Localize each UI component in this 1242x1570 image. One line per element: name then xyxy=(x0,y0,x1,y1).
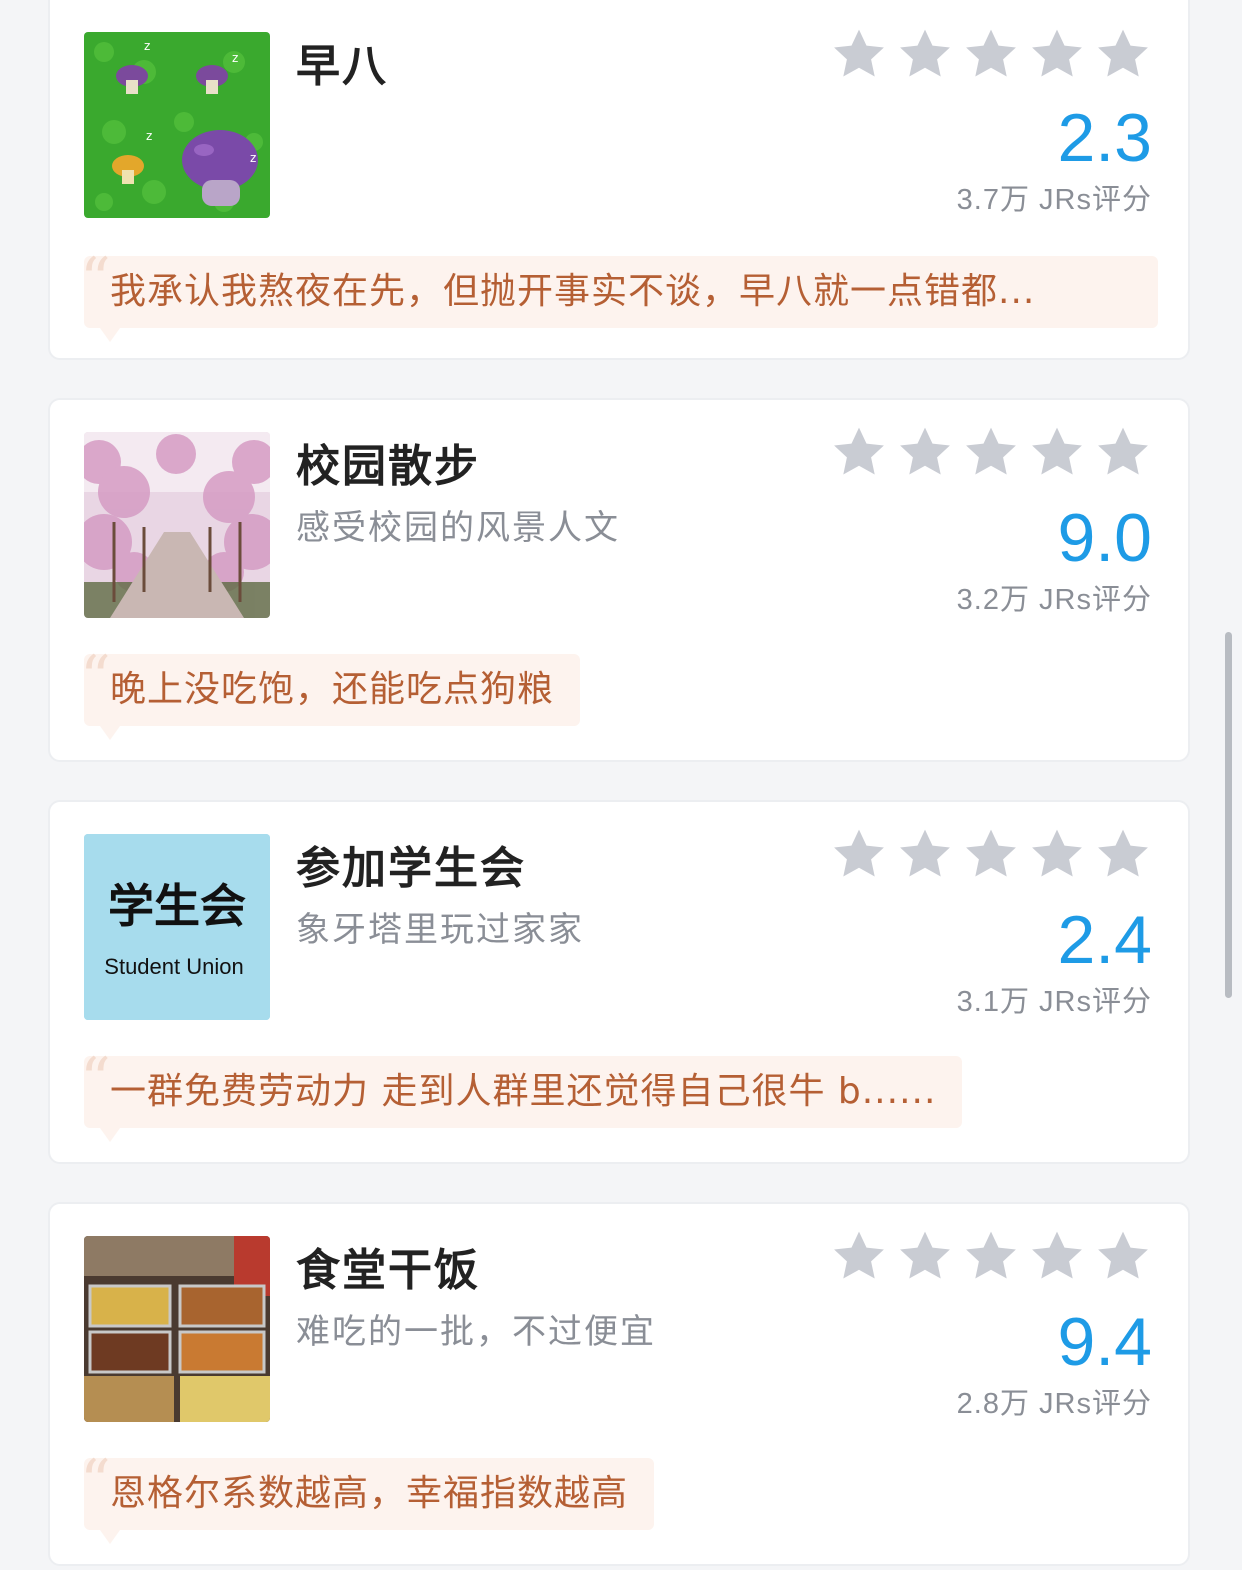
rating-count: 3.7万 JRs评分 xyxy=(956,184,1152,216)
item-title: 校园散步 xyxy=(296,441,480,492)
quote-icon: “ xyxy=(80,1045,112,1115)
thumbnail-text-cn: 学生会 xyxy=(108,879,246,933)
rating-count: 3.1万 JRs评分 xyxy=(956,986,1152,1018)
thumbnail-image xyxy=(84,1236,270,1422)
star-icon xyxy=(834,829,884,877)
star-icon xyxy=(1098,1231,1148,1279)
star-icon xyxy=(966,427,1016,475)
star-rating xyxy=(830,1228,1152,1286)
item-title: 食堂干饭 xyxy=(296,1245,480,1296)
star-icon xyxy=(1032,829,1082,877)
star-icon xyxy=(900,427,950,475)
comment-text: 一群免费劳动力 走到人群里还觉得自己很牛 b...... xyxy=(110,1071,937,1112)
quote-icon: “ xyxy=(80,643,112,713)
quote-icon: “ xyxy=(80,245,112,315)
quote-tail xyxy=(100,726,120,740)
star-icon xyxy=(1032,427,1082,475)
star-icon xyxy=(1098,829,1148,877)
star-icon xyxy=(966,29,1016,77)
top-comment[interactable]: “ 我承认我熬夜在先，但抛开事实不谈，早八就一点错都... xyxy=(80,250,1158,342)
item-subtitle: 感受校园的风景人文 xyxy=(296,508,620,548)
comment-text: 我承认我熬夜在先，但抛开事实不谈，早八就一点错都... xyxy=(110,271,1036,312)
quote-tail xyxy=(100,328,120,342)
svg-text:z: z xyxy=(144,39,150,53)
rating-count: 3.2万 JRs评分 xyxy=(956,584,1152,616)
star-icon xyxy=(900,829,950,877)
item-title: 参加学生会 xyxy=(296,843,526,894)
thumbnail-text-en: Student Union xyxy=(104,954,243,979)
rating-card[interactable]: 校园散步 感受校园的风景人文 9.0 3.2万 JRs评分 “ 晚上没吃饱，还能… xyxy=(48,398,1190,762)
star-rating xyxy=(830,424,1152,482)
star-icon xyxy=(966,1231,1016,1279)
comment-text: 晚上没吃饱，还能吃点狗粮 xyxy=(110,669,555,710)
score-value: 2.4 xyxy=(1057,902,1152,978)
star-rating xyxy=(830,826,1152,884)
rating-card[interactable]: z z z z 早八 2.3 3.7万 JRs评分 “ 我承认我熬夜在先，但抛开事实不… xyxy=(48,0,1190,360)
star-icon xyxy=(1098,29,1148,77)
item-title: 早八 xyxy=(296,41,388,92)
score-value: 2.3 xyxy=(1057,100,1152,176)
star-icon xyxy=(900,1231,950,1279)
star-icon xyxy=(834,1231,884,1279)
rating-card[interactable]: 食堂干饭 难吃的一批，不过便宜 9.4 2.8万 JRs评分 “ 恩格尔系数越高… xyxy=(48,1202,1190,1566)
item-subtitle: 难吃的一批，不过便宜 xyxy=(296,1312,656,1352)
top-comment[interactable]: “ 恩格尔系数越高，幸福指数越高 xyxy=(80,1452,655,1544)
score-value: 9.4 xyxy=(1057,1304,1152,1380)
star-icon xyxy=(1032,1231,1082,1279)
top-comment[interactable]: “ 晚上没吃饱，还能吃点狗粮 xyxy=(80,648,581,740)
star-icon xyxy=(834,427,884,475)
star-icon xyxy=(834,29,884,77)
star-icon xyxy=(966,829,1016,877)
scrollbar[interactable] xyxy=(1225,632,1232,998)
thumbnail-image xyxy=(84,432,270,618)
quote-tail xyxy=(100,1530,120,1544)
star-icon xyxy=(1032,29,1082,77)
star-rating xyxy=(830,26,1152,84)
svg-text:z: z xyxy=(232,51,238,65)
score-value: 9.0 xyxy=(1057,500,1152,576)
thumbnail-image: 学生会 Student Union xyxy=(84,834,270,1020)
rating-count: 2.8万 JRs评分 xyxy=(956,1388,1152,1420)
quote-tail xyxy=(100,1128,120,1142)
rating-card[interactable]: 学生会 Student Union 参加学生会 象牙塔里玩过家家 2.4 3.1… xyxy=(48,800,1190,1164)
svg-text:z: z xyxy=(146,129,152,143)
svg-text:z: z xyxy=(250,151,256,165)
star-icon xyxy=(1098,427,1148,475)
thumbnail-image: z z z z xyxy=(84,32,270,218)
top-comment[interactable]: “ 一群免费劳动力 走到人群里还觉得自己很牛 b...... xyxy=(80,1050,963,1142)
star-icon xyxy=(900,29,950,77)
item-subtitle: 象牙塔里玩过家家 xyxy=(296,910,584,950)
quote-icon: “ xyxy=(80,1447,112,1517)
comment-text: 恩格尔系数越高，幸福指数越高 xyxy=(110,1473,629,1514)
